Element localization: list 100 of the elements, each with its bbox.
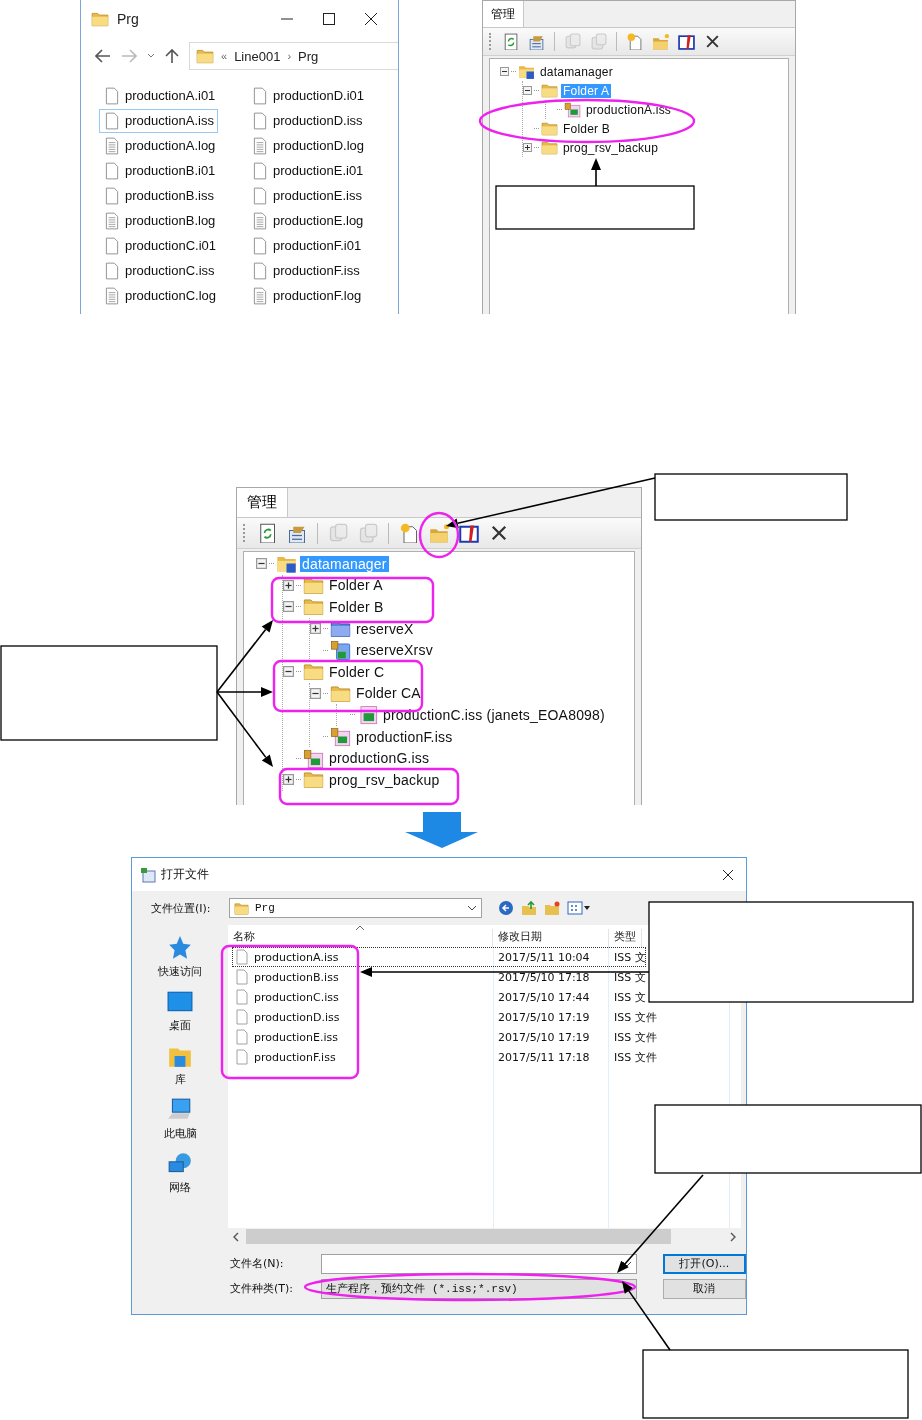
- tree-item[interactable]: Folder CA: [354, 685, 423, 702]
- tab[interactable]: 管理: [483, 1, 524, 27]
- file-icon: [234, 969, 250, 985]
- tree-item[interactable]: reserveXrsv: [354, 642, 435, 659]
- file-row[interactable]: productionF.iss 2017/5/11 17:18 ISS 文件: [232, 1047, 657, 1067]
- tree-item[interactable]: reserveX: [354, 620, 416, 637]
- tree-item[interactable]: Folder C: [327, 663, 387, 680]
- place-item[interactable]: 库: [167, 1043, 193, 1087]
- file-item[interactable]: productionB.iss: [99, 183, 218, 208]
- file-item[interactable]: productionA.i01: [99, 83, 220, 108]
- file-type-dropdown[interactable]: 生产程序，预约文件 (*.iss;*.rsv): [321, 1278, 637, 1299]
- scroll-right-icon[interactable]: [729, 1231, 737, 1242]
- refresh-icon[interactable]: [502, 33, 519, 50]
- collapse-icon[interactable]: [310, 687, 321, 699]
- overflow-chevron[interactable]: «: [221, 50, 228, 62]
- breadcrumb-item[interactable]: Prg: [298, 48, 319, 64]
- breadcrumb-item[interactable]: Line001: [234, 48, 281, 64]
- file-item[interactable]: productionE.log: [247, 208, 368, 233]
- cancel-button[interactable]: 取消: [662, 1278, 746, 1299]
- collapse-icon[interactable]: [500, 67, 509, 76]
- new-folder-icon[interactable]: [544, 900, 560, 916]
- file-item[interactable]: productionA.iss: [99, 108, 218, 133]
- breadcrumb-separator[interactable]: ›: [287, 50, 292, 62]
- back-icon[interactable]: [95, 49, 111, 63]
- scroll-left-icon[interactable]: [232, 1231, 240, 1242]
- address-bar[interactable]: « Line001 › Prg: [189, 42, 398, 70]
- filename-field[interactable]: [321, 1253, 637, 1274]
- back-icon[interactable]: [498, 900, 514, 916]
- file-item[interactable]: productionF.log: [247, 283, 366, 308]
- type-cell-text: ISS 文件: [613, 1029, 657, 1045]
- up-folder-icon[interactable]: [521, 900, 537, 916]
- tree-item[interactable]: productionC.iss (janets_EOA8098): [381, 706, 607, 723]
- place-item[interactable]: 快速访问: [158, 935, 202, 979]
- file-row[interactable]: productionC.iss 2017/5/10 17:44 ISS 文: [232, 987, 646, 1007]
- place-item[interactable]: 桌面: [167, 989, 193, 1033]
- collapse-icon[interactable]: [283, 601, 294, 613]
- file-item[interactable]: productionC.i01: [99, 233, 221, 258]
- type-cell-text: ISS 文件: [613, 1049, 657, 1065]
- file-item[interactable]: productionD.i01: [247, 83, 369, 108]
- file-row[interactable]: productionB.iss 2017/5/10 17:18 ISS 文: [232, 967, 646, 987]
- column-header[interactable]: 类型: [609, 929, 642, 947]
- maximize-icon[interactable]: [322, 11, 336, 26]
- new-file-icon[interactable]: [626, 33, 643, 50]
- tree-item[interactable]: productionF.iss: [354, 728, 455, 745]
- location-dropdown[interactable]: Prg: [229, 898, 482, 918]
- file-row[interactable]: productionD.iss 2017/5/10 17:19 ISS 文件: [232, 1007, 657, 1027]
- properties-icon[interactable]: [528, 33, 545, 50]
- tree-item[interactable]: productionA.iss: [584, 102, 674, 117]
- dialog-title: 打开文件: [161, 866, 210, 883]
- file-item[interactable]: productionE.iss: [247, 183, 366, 208]
- file-item[interactable]: productionB.log: [99, 208, 220, 233]
- expand-icon[interactable]: [310, 623, 321, 635]
- file-icon: [103, 111, 121, 130]
- file-icon: [234, 1009, 250, 1025]
- collapse-icon[interactable]: [523, 86, 532, 95]
- collapse-icon[interactable]: [256, 558, 267, 570]
- tab[interactable]: 管理: [237, 488, 288, 517]
- file-row[interactable]: productionA.iss 2017/5/11 10:04 ISS 文: [232, 947, 646, 967]
- column-header[interactable]: 修改日期: [493, 929, 609, 947]
- file-item[interactable]: productionF.iss: [247, 258, 364, 283]
- expand-icon[interactable]: [523, 143, 532, 152]
- open-button[interactable]: 打开(O)...: [662, 1253, 746, 1274]
- file-item[interactable]: productionD.iss: [247, 108, 367, 133]
- chevron-down-icon[interactable]: [147, 53, 155, 59]
- expand-icon[interactable]: [283, 579, 294, 591]
- delete-icon[interactable]: [704, 33, 721, 50]
- delete-icon[interactable]: [489, 523, 509, 543]
- refresh-icon[interactable]: [257, 523, 277, 543]
- edit-icon[interactable]: [459, 523, 479, 543]
- tree-item[interactable]: prog_rsv_backup: [327, 771, 442, 788]
- file-item[interactable]: productionA.log: [99, 133, 220, 158]
- up-arrow-icon[interactable]: [165, 48, 179, 64]
- file-item[interactable]: productionC.iss: [99, 258, 219, 283]
- file-item[interactable]: productionC.log: [99, 283, 221, 308]
- text-file-icon: [103, 286, 121, 305]
- tree-item[interactable]: prog_rsv_backup: [561, 140, 661, 155]
- place-item[interactable]: 此电脑: [163, 1097, 197, 1141]
- file-item[interactable]: productionD.log: [247, 133, 369, 158]
- tree-item[interactable]: Folder A: [327, 577, 385, 594]
- file-item[interactable]: productionB.i01: [99, 158, 220, 183]
- file-item[interactable]: productionE.i01: [247, 158, 368, 183]
- tree-item[interactable]: Folder B: [561, 121, 612, 136]
- close-icon[interactable]: [364, 11, 378, 26]
- tree-item[interactable]: Folder B: [327, 599, 386, 615]
- close-icon[interactable]: [722, 868, 734, 881]
- file-name-cell: productionF.iss: [232, 1049, 493, 1065]
- locked-document-icon: [564, 101, 581, 118]
- file-row[interactable]: productionE.iss 2017/5/10 17:19 ISS 文件: [232, 1027, 657, 1047]
- scrollbar-thumb[interactable]: [246, 1229, 671, 1244]
- tree-item[interactable]: datamanager: [538, 64, 615, 79]
- edit-icon[interactable]: [678, 33, 695, 50]
- expand-icon[interactable]: [283, 774, 294, 786]
- tree-item[interactable]: productionG.iss: [327, 750, 432, 767]
- collapse-icon[interactable]: [283, 666, 294, 678]
- new-file-icon[interactable]: [399, 523, 419, 543]
- view-menu-icon[interactable]: [567, 901, 591, 915]
- place-item[interactable]: 网络: [167, 1151, 193, 1195]
- chevron-down-icon: [467, 905, 477, 911]
- file-item[interactable]: productionF.i01: [247, 233, 366, 258]
- column-header[interactable]: 名称: [228, 929, 493, 947]
